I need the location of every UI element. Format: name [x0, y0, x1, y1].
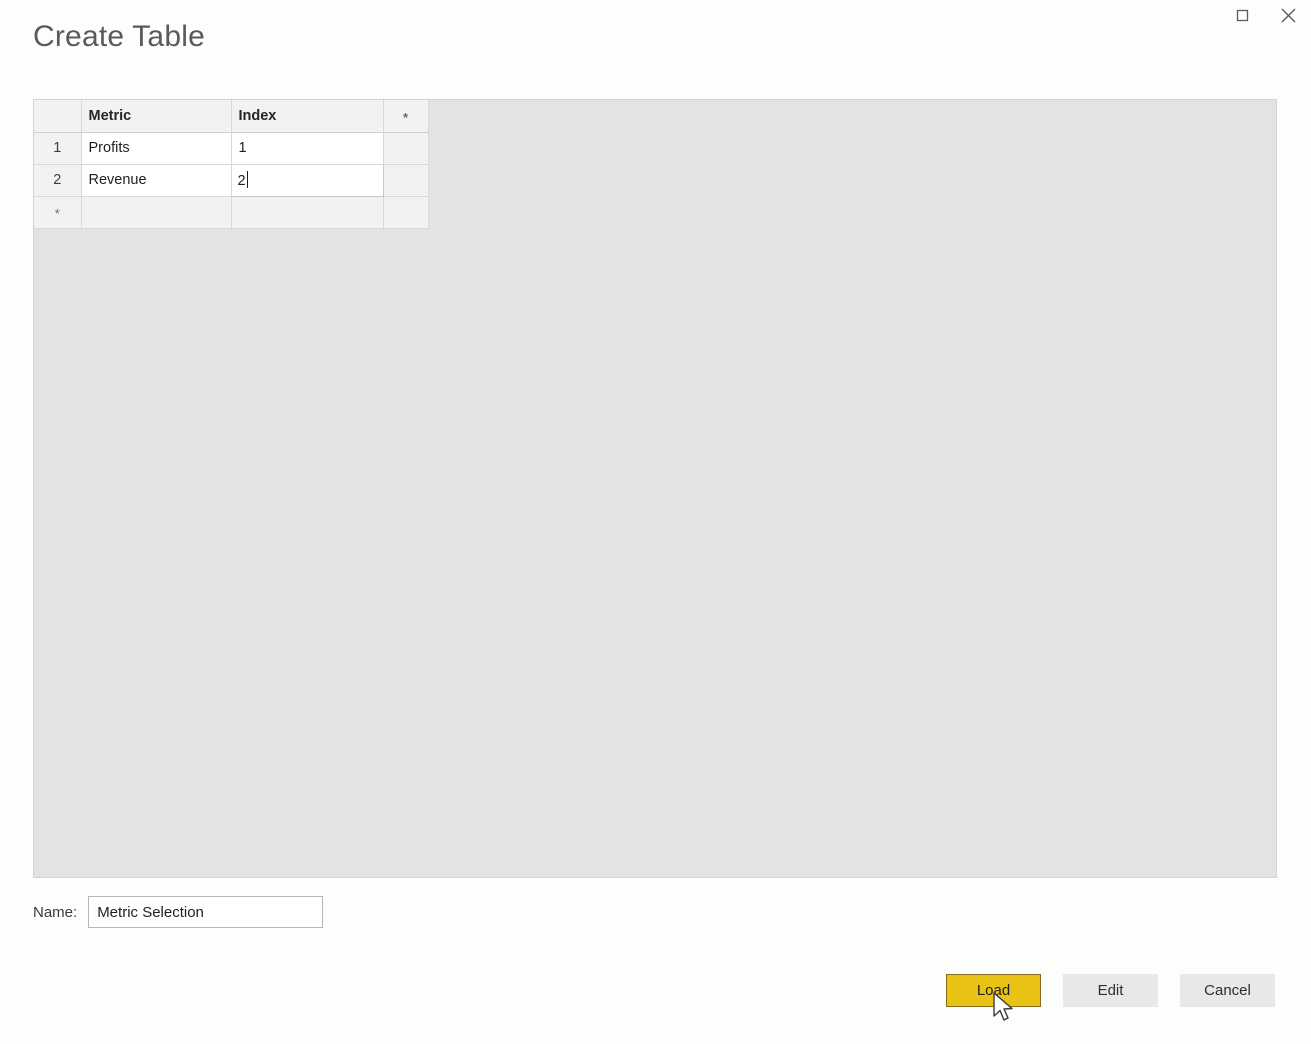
cell-index-2[interactable]: 2 — [230, 163, 384, 197]
data-grid: Metric Index * 1 Profits 1 2 Revenue 2 * — [34, 100, 429, 229]
load-button[interactable]: Load — [946, 974, 1041, 1007]
row-header-2[interactable]: 2 — [34, 164, 82, 197]
column-header-metric[interactable]: Metric — [81, 100, 232, 133]
footer-buttons: Load Edit Cancel — [946, 974, 1275, 1007]
cell-index-new[interactable] — [231, 196, 384, 229]
maximize-button[interactable] — [1219, 0, 1265, 30]
cell-index-1[interactable]: 1 — [231, 132, 384, 165]
close-icon — [1280, 7, 1297, 24]
cancel-button[interactable]: Cancel — [1180, 974, 1275, 1007]
cell-new-2[interactable] — [383, 164, 429, 197]
table-new-row: * — [34, 196, 429, 229]
window-controls — [1219, 0, 1311, 30]
page-title: Create Table — [33, 20, 205, 53]
close-button[interactable] — [1265, 0, 1311, 30]
table-row: 2 Revenue 2 — [34, 163, 429, 197]
cell-metric-2[interactable]: Revenue — [81, 164, 232, 197]
table-header-row: Metric Index * — [34, 100, 429, 133]
maximize-icon — [1236, 9, 1249, 22]
table-name-input[interactable] — [88, 896, 324, 928]
cell-metric-1[interactable]: Profits — [81, 132, 232, 165]
cell-new-1[interactable] — [383, 132, 429, 165]
column-header-index[interactable]: Index — [231, 100, 384, 133]
column-header-new[interactable]: * — [383, 100, 429, 133]
new-row-asterisk-icon: * — [54, 206, 60, 221]
cell-index-2-value: 2 — [237, 173, 246, 189]
asterisk-icon: * — [402, 109, 409, 125]
table-row: 1 Profits 1 — [34, 132, 429, 165]
edit-button[interactable]: Edit — [1063, 974, 1158, 1007]
table-editor-panel: Metric Index * 1 Profits 1 2 Revenue 2 * — [33, 99, 1277, 878]
name-row: Name: — [33, 896, 324, 928]
name-label: Name: — [33, 903, 78, 921]
cell-new-new[interactable] — [383, 196, 429, 229]
row-header-1[interactable]: 1 — [34, 132, 82, 165]
row-header-corner[interactable] — [34, 100, 82, 133]
text-caret — [246, 171, 248, 188]
row-header-new[interactable]: * — [34, 196, 82, 229]
cell-metric-new[interactable] — [81, 196, 232, 229]
